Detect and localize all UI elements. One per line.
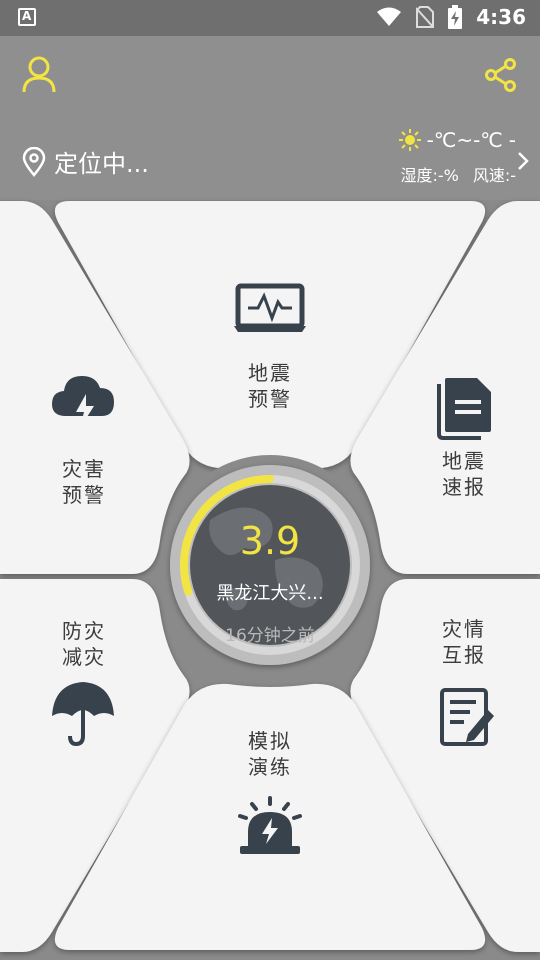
tile-earthquake-warning[interactable]	[120, 210, 420, 450]
tile-disaster-warning[interactable]	[0, 300, 150, 570]
quake-time-ago: 16分钟之前	[225, 626, 315, 646]
quake-location: 黑龙江大兴...	[216, 583, 324, 604]
tile-earthquake-report[interactable]	[390, 300, 540, 570]
tile-simulation-drill[interactable]	[120, 700, 420, 945]
latest-earthquake-card[interactable]: 3.9 黑龙江大兴... 16分钟之前	[180, 475, 360, 655]
quake-magnitude: 3.9	[239, 519, 301, 563]
